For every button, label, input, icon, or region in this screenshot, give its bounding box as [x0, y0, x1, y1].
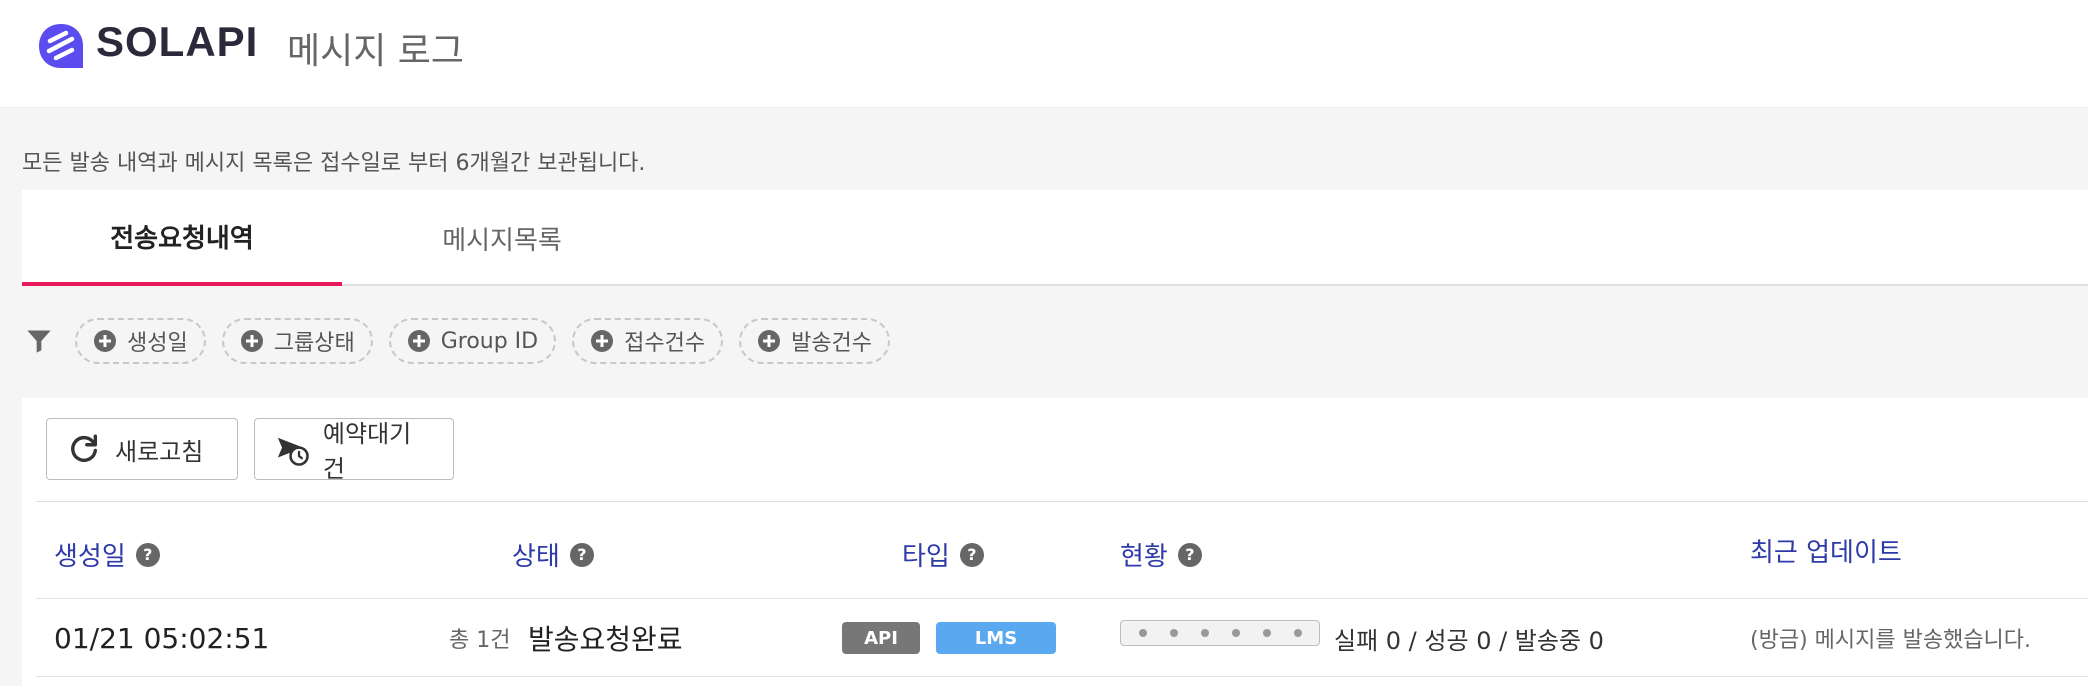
plus-circle-icon: [240, 330, 263, 352]
filter-chip-label: 접수건수: [624, 331, 706, 356]
help-icon[interactable]: ?: [959, 542, 984, 567]
help-icon[interactable]: ?: [1177, 542, 1202, 567]
plus-circle-icon: [94, 330, 116, 352]
solapi-logo-icon: [39, 24, 83, 68]
filter-chip-received-count[interactable]: 접수건수: [572, 318, 724, 364]
column-header-progress[interactable]: 현황 ?: [1120, 536, 1202, 573]
help-icon[interactable]: ?: [135, 542, 160, 567]
help-icon[interactable]: ?: [569, 542, 594, 567]
column-header-label: 최근 업데이트: [1750, 538, 1902, 568]
filter-icon[interactable]: [25, 327, 53, 355]
progress-dot: [1138, 629, 1147, 637]
column-header-label: 상태: [512, 542, 560, 572]
reserved-button[interactable]: 예약대기건: [254, 418, 454, 483]
row-result-counts: 실패 0 / 성공 0 / 발송중 0: [1334, 626, 1604, 655]
type-badge-lms: LMS: [936, 622, 1056, 654]
app-header: SOLAPI 메시지 로그: [0, 0, 2088, 108]
filter-chip-group-status[interactable]: 그룹상태: [221, 318, 373, 364]
filter-chip-label: 그룹상태: [273, 331, 355, 356]
progress-dot: [1231, 629, 1240, 637]
column-header-label: 타입: [902, 542, 950, 572]
tab-bar: 전송요청내역 메시지목록: [22, 190, 2088, 286]
tab-send-requests[interactable]: 전송요청내역: [22, 190, 342, 286]
progress-dot: [1262, 629, 1271, 637]
column-header-recent-update[interactable]: 최근 업데이트: [1750, 532, 1902, 569]
row-total-count: 총 1건: [449, 628, 511, 653]
tab-message-list[interactable]: 메시지목록: [342, 190, 662, 286]
plus-circle-icon: [591, 330, 614, 352]
refresh-button[interactable]: 새로고침: [46, 418, 238, 480]
plus-circle-icon: [407, 330, 430, 352]
filter-chip-label: Group ID: [440, 328, 539, 354]
scheduled-send-icon: [277, 437, 309, 466]
progress-dot: [1169, 629, 1178, 637]
reserved-label: 예약대기건: [322, 420, 412, 483]
message-log-card: 새로고침 예약대기건 생성일 ? 상태 ? 타입 ? 현황 ? 최근 업데이트 …: [22, 398, 2088, 686]
filter-chip-label: 발송건수: [791, 331, 873, 356]
toolbar-divider: [36, 501, 2088, 502]
row-status[interactable]: 발송요청완료: [528, 616, 683, 660]
brand-name: SOLAPI: [96, 18, 259, 65]
refresh-icon: [71, 434, 98, 463]
column-header-label: 생성일: [54, 542, 126, 572]
retention-notice: 모든 발송 내역과 메시지 목록은 접수일로 부터 6개월간 보관됩니다.: [22, 151, 646, 176]
progress-dot: [1293, 629, 1302, 637]
filter-chip-label: 생성일: [127, 331, 188, 356]
column-header-created[interactable]: 생성일 ?: [54, 536, 160, 573]
column-header-type[interactable]: 타입 ?: [902, 536, 984, 573]
filter-chip-created[interactable]: 생성일: [75, 318, 206, 364]
page-title: 메시지 로그: [287, 31, 465, 72]
row-recent-update: (방금) 메시지를 발송했습니다.: [1750, 628, 2032, 653]
refresh-label: 새로고침: [115, 437, 204, 466]
plus-circle-icon: [758, 330, 781, 352]
progress-dot: [1200, 629, 1209, 637]
progress-bar: [1120, 620, 1320, 646]
column-header-label: 현황: [1120, 542, 1168, 572]
table-header-divider: [36, 598, 2088, 599]
filter-chip-send-count[interactable]: 발송건수: [739, 318, 891, 364]
filter-bar: 생성일 그룹상태 Group ID 접수건수 발송건수: [22, 318, 1022, 364]
row-divider: [36, 676, 2088, 677]
row-created-time[interactable]: 01/21 05:02:51: [54, 616, 269, 660]
type-badge-api: API: [842, 622, 920, 654]
column-header-status[interactable]: 상태 ?: [512, 536, 594, 573]
filter-chip-group-id[interactable]: Group ID: [388, 318, 557, 364]
